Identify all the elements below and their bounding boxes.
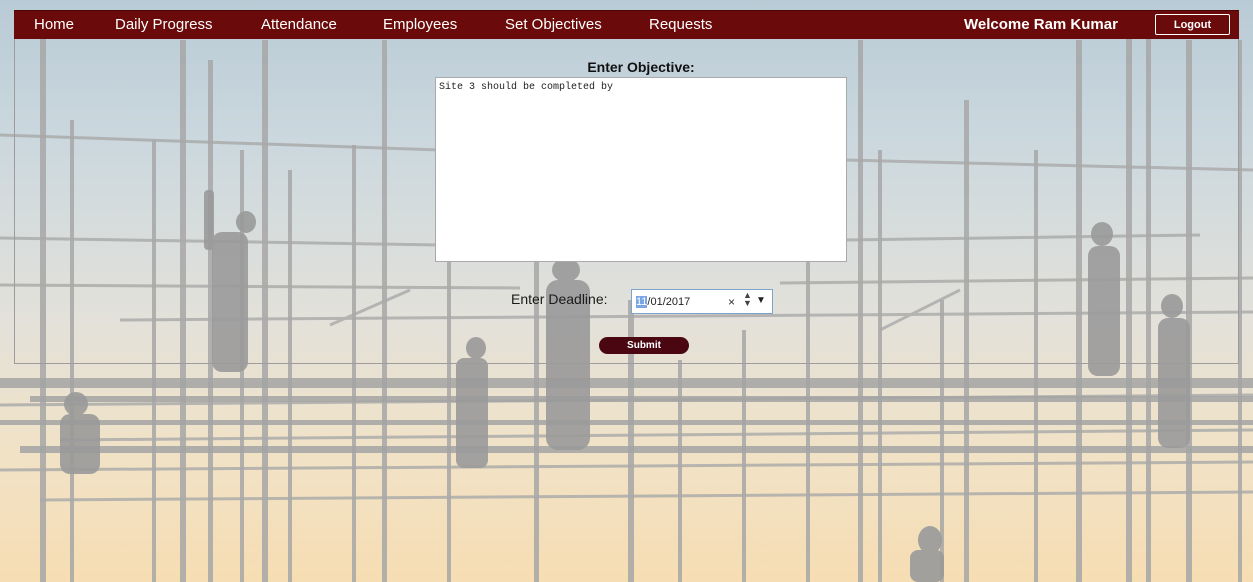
nav-employees[interactable]: Employees: [383, 16, 457, 34]
spin-down-icon[interactable]: ▼: [743, 299, 752, 308]
deadline-date-value[interactable]: 11/01/2017: [636, 295, 690, 308]
nav-daily-progress[interactable]: Daily Progress: [115, 16, 213, 34]
welcome-user-text: Welcome Ram Kumar: [964, 16, 1118, 33]
submit-button[interactable]: Submit: [599, 337, 689, 354]
date-spinner-icon[interactable]: ▲ ▼: [743, 291, 752, 308]
deadline-day-year-segment[interactable]: /01/2017: [647, 296, 690, 308]
deadline-label: Enter Deadline:: [511, 291, 608, 307]
nav-requests[interactable]: Requests: [649, 16, 712, 34]
objective-textarea[interactable]: Site 3 should be completed by: [435, 77, 847, 262]
nav-attendance[interactable]: Attendance: [261, 16, 337, 34]
objective-label: Enter Objective:: [587, 59, 695, 75]
logout-button[interactable]: Logout: [1155, 14, 1230, 35]
nav-set-objectives[interactable]: Set Objectives: [505, 16, 602, 34]
top-navbar: Home Daily Progress Attendance Employees…: [14, 10, 1239, 39]
deadline-date-input[interactable]: 11/01/2017 × ▲ ▼ ▼: [631, 289, 773, 314]
nav-home[interactable]: Home: [34, 16, 74, 34]
calendar-dropdown-icon[interactable]: ▼: [756, 295, 766, 306]
clear-date-icon[interactable]: ×: [728, 295, 735, 309]
deadline-month-segment[interactable]: 11: [636, 295, 648, 308]
